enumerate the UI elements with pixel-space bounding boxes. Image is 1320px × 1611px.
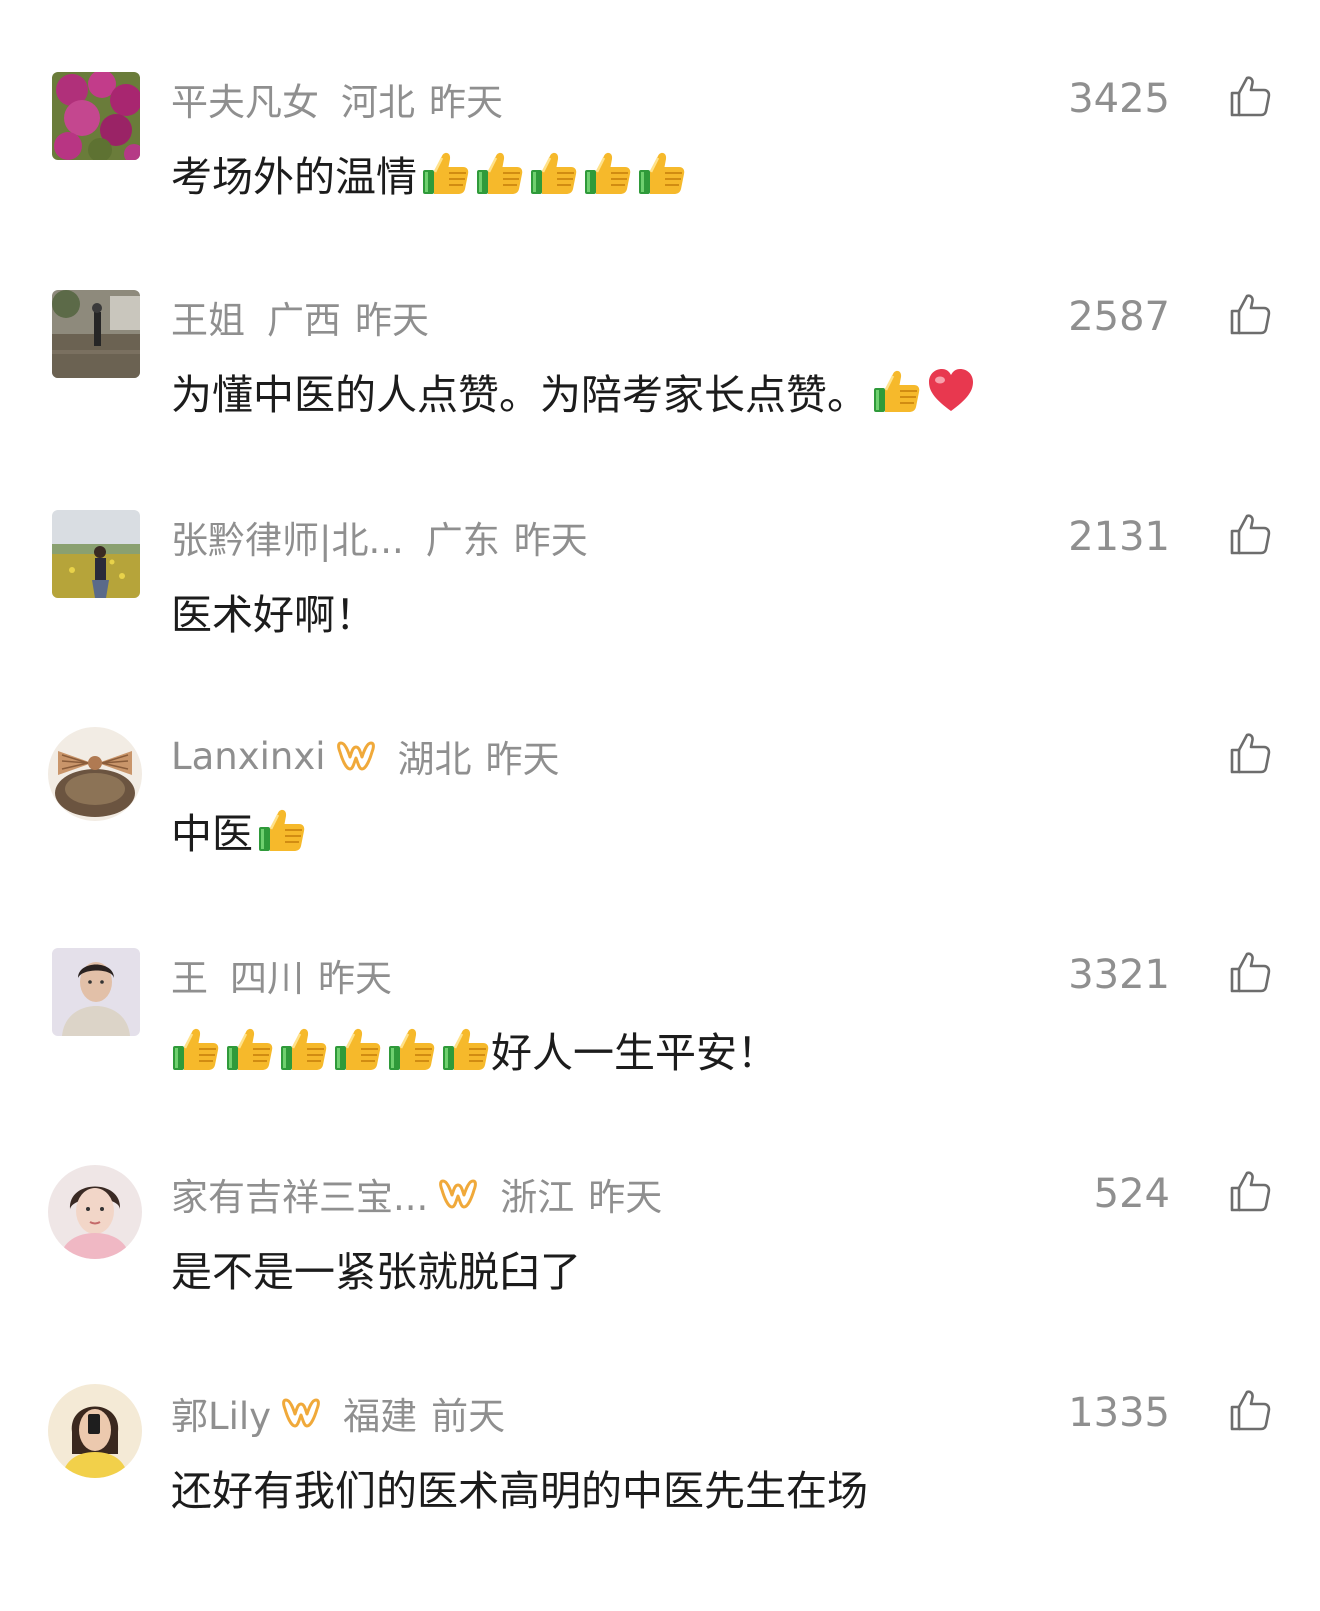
comment-text-content: 还好有我们的医术高明的中医先生在场 xyxy=(171,1467,868,1515)
avatar[interactable] xyxy=(52,948,140,1036)
comment-text: 为懂中医的人点赞。为陪考家长点赞。 xyxy=(171,366,976,419)
timestamp: 昨天 xyxy=(429,81,503,124)
comment-meta: 王 四川 昨天 xyxy=(171,950,392,1000)
thumbs-up-emoji xyxy=(421,148,471,198)
location: 广西 xyxy=(267,299,341,342)
thumbs-up-emoji xyxy=(583,148,633,198)
comment-text-content: 为懂中医的人点赞。为陪考家长点赞。 xyxy=(171,371,868,419)
avatar[interactable] xyxy=(52,72,140,160)
thumbs-up-outline-icon[interactable] xyxy=(1226,948,1274,996)
like-count: 3425 xyxy=(1068,76,1170,122)
comment-meta: Lanxinxi 湖北 昨天 xyxy=(171,731,560,782)
comment-meta: 王姐 广西 昨天 xyxy=(171,292,429,342)
thumbs-up-emoji xyxy=(872,366,922,416)
comment-text: 考场外的温情 xyxy=(171,148,687,201)
like-count: 1335 xyxy=(1068,1390,1170,1436)
vip-badge-icon xyxy=(281,1396,321,1430)
avatar[interactable] xyxy=(52,510,140,598)
avatar[interactable] xyxy=(48,1384,142,1478)
thumbs-up-emoji xyxy=(279,1024,329,1074)
username[interactable]: 张黔律师|北... xyxy=(171,510,404,564)
thumbs-up-emoji xyxy=(441,1024,491,1074)
comment-meta: 郭Lily 福建 前天 xyxy=(171,1388,505,1438)
avatar[interactable] xyxy=(48,727,142,821)
comment-meta: 平夫凡女 河北 昨天 xyxy=(171,74,503,124)
thumbs-up-outline-icon[interactable] xyxy=(1226,1386,1274,1434)
comment-item: 家有吉祥三宝... 浙江 昨天 是不是一紧张就脱臼了 524 xyxy=(0,1165,1320,1377)
comment-item: 王 四川 昨天 好人一生平安！ 3321 xyxy=(0,948,1320,1158)
like-count: 524 xyxy=(1093,1171,1170,1217)
like-count: 2131 xyxy=(1068,514,1170,560)
thumbs-up-outline-icon[interactable] xyxy=(1226,729,1274,777)
comment-text: 中医 xyxy=(171,805,307,858)
comment-meta: 家有吉祥三宝... 浙江 昨天 xyxy=(171,1169,662,1219)
thumbs-up-emoji xyxy=(171,1024,221,1074)
comment-meta: 张黔律师|北... 广东 昨天 xyxy=(171,512,588,562)
username[interactable]: 家有吉祥三宝... xyxy=(171,1167,428,1221)
location: 广东 xyxy=(425,519,500,562)
like-count: 2587 xyxy=(1068,294,1170,340)
username[interactable]: 平夫凡女 xyxy=(171,72,319,126)
comment-text: 还好有我们的医术高明的中医先生在场 xyxy=(171,1462,868,1515)
location: 河北 xyxy=(341,81,415,124)
red-heart-emoji xyxy=(926,366,976,416)
username[interactable]: 王 xyxy=(171,948,208,1002)
thumbs-up-emoji xyxy=(257,805,307,855)
timestamp: 昨天 xyxy=(318,957,392,1000)
username[interactable]: 郭Lily xyxy=(171,1386,271,1440)
thumbs-up-emoji xyxy=(387,1024,437,1074)
location: 湖北 xyxy=(397,738,472,781)
like-count: 3321 xyxy=(1068,952,1170,998)
comment-item: 张黔律师|北... 广东 昨天 医术好啊！ 2131 xyxy=(0,510,1320,720)
thumbs-up-outline-icon[interactable] xyxy=(1226,290,1274,338)
comment-text: 好人一生平安！ xyxy=(171,1024,778,1077)
location: 福建 xyxy=(343,1395,418,1438)
comment-item: 郭Lily 福建 前天 还好有我们的医术高明的中医先生在场 1335 xyxy=(0,1384,1320,1596)
timestamp: 昨天 xyxy=(513,519,588,562)
location: 浙江 xyxy=(500,1176,575,1219)
comment-item: 平夫凡女 河北 昨天 考场外的温情 3425 xyxy=(0,72,1320,282)
timestamp: 昨天 xyxy=(355,299,429,342)
timestamp: 昨天 xyxy=(588,1176,663,1219)
comment-text-content: 是不是一紧张就脱臼了 xyxy=(171,1248,581,1296)
thumbs-up-outline-icon[interactable] xyxy=(1226,1167,1274,1215)
thumbs-up-emoji xyxy=(529,148,579,198)
comment-text-content: 中医 xyxy=(171,810,253,858)
vip-badge-icon xyxy=(336,739,376,773)
comment-text-content: 考场外的温情 xyxy=(171,153,417,201)
comment-item: Lanxinxi 湖北 昨天 中医 xyxy=(0,727,1320,939)
avatar[interactable] xyxy=(48,1165,142,1259)
thumbs-up-outline-icon[interactable] xyxy=(1226,510,1274,558)
avatar[interactable] xyxy=(52,290,140,378)
thumbs-up-emoji xyxy=(637,148,687,198)
timestamp: 昨天 xyxy=(485,738,560,781)
thumbs-up-emoji xyxy=(333,1024,383,1074)
timestamp: 前天 xyxy=(431,1395,506,1438)
comment-item: 王姐 广西 昨天 为懂中医的人点赞。为陪考家长点赞。 2587 xyxy=(0,290,1320,500)
comment-text: 是不是一紧张就脱臼了 xyxy=(171,1243,581,1296)
vip-badge-icon xyxy=(438,1177,478,1211)
comment-text: 医术好啊！ xyxy=(171,586,376,639)
thumbs-up-outline-icon[interactable] xyxy=(1226,72,1274,120)
comment-text-content: 医术好啊！ xyxy=(171,591,376,639)
comment-text-content: 好人一生平安！ xyxy=(491,1029,778,1077)
location: 四川 xyxy=(230,957,304,1000)
username[interactable]: 王姐 xyxy=(171,290,245,344)
thumbs-up-emoji xyxy=(225,1024,275,1074)
thumbs-up-emoji xyxy=(475,148,525,198)
username[interactable]: Lanxinxi xyxy=(171,735,326,778)
